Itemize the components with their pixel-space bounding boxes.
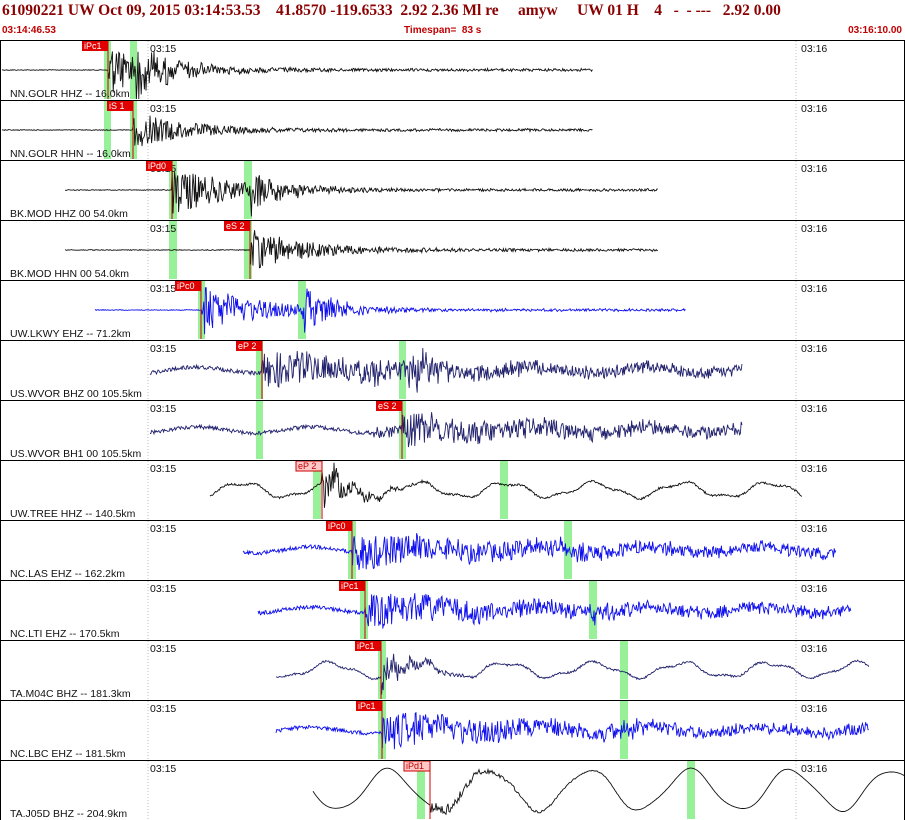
channel-panel[interactable]: 03:15 03:16 iPc1 NC.LBC EHZ -- 181.5km	[0, 700, 905, 761]
station-label: UW.TREE HHZ -- 140.5km	[10, 508, 136, 520]
panel-border	[0, 160, 905, 221]
channel-panel[interactable]: 03:15 03:16 eP 2 UW.TREE HHZ -- 140.5km	[0, 460, 905, 521]
station-label: NC.LBC EHZ -- 181.5km	[10, 748, 126, 760]
pick-label: iPc1	[84, 41, 102, 51]
pick-window-band	[256, 401, 263, 459]
header-bar: 61090221 UW Oct 09, 2015 03:14:53.53 41.…	[0, 0, 905, 40]
channel-panel[interactable]: 03:15 03:16 iPc0 NC.LAS EHZ -- 162.2km	[0, 520, 905, 581]
minute-marker-right: 03:16	[801, 763, 827, 775]
channel-panel[interactable]: 03:15 03:16 iS 1 NN.GOLR HHN -- 16.0km	[0, 100, 905, 161]
seismogram-trace	[64, 230, 659, 269]
minute-marker-right: 03:16	[801, 523, 827, 535]
minute-marker-left: 03:15	[150, 763, 176, 775]
panel-border	[0, 640, 905, 701]
seismogram-trace	[257, 593, 852, 629]
pick-window-band	[500, 461, 508, 519]
channel-panel[interactable]: 03:15 03:16 iPc0 UW.LKWY EHZ -- 71.2km	[0, 280, 905, 341]
station-label: NN.GOLR HHZ -- 16.0km	[10, 88, 130, 100]
minute-marker-left: 03:15	[150, 343, 176, 355]
channel-panel[interactable]: 03:15 03:16 eP 2 US.WVOR BHZ 00 105.5km	[0, 340, 905, 401]
seismogram-trace	[149, 347, 743, 393]
minute-marker-right: 03:16	[801, 163, 827, 175]
pick-label: eP 2	[238, 341, 256, 351]
minute-marker-left: 03:15	[150, 283, 176, 295]
minute-marker-right: 03:16	[801, 703, 827, 715]
minute-marker-left: 03:15	[150, 223, 176, 235]
seismogram-trace	[94, 287, 686, 335]
minute-marker-right: 03:16	[801, 403, 827, 415]
pick-label: iPd1	[406, 761, 424, 771]
station-label: UW.LKWY EHZ -- 71.2km	[10, 328, 131, 340]
channel-panel[interactable]: 03:15 03:16 eS 2 BK.MOD HHN 00 54.0km	[0, 220, 905, 281]
seismogram-trace	[275, 711, 869, 750]
minute-marker-right: 03:16	[801, 643, 827, 655]
pick-label: iPc1	[341, 581, 359, 591]
pick-label: eP 2	[298, 461, 316, 471]
seismogram-trace	[242, 533, 837, 570]
minute-marker-left: 03:15	[150, 463, 176, 475]
minute-marker-left: 03:15	[150, 703, 176, 715]
minute-marker-left: 03:15	[150, 103, 176, 115]
station-label: NN.GOLR HHN -- 16.0km	[10, 148, 131, 160]
seismogram-trace	[275, 653, 870, 695]
panel-border	[0, 460, 905, 521]
minute-marker-left: 03:15	[150, 403, 176, 415]
pick-window-band	[564, 521, 572, 579]
pick-label: eS 2	[226, 221, 245, 231]
pick-window-band	[620, 641, 628, 699]
pick-label: iPd0	[148, 161, 166, 171]
channel-panel[interactable]: 03:1503:16iPd0BK.MOD HHZ 00 54.0km	[0, 160, 905, 221]
minute-marker-right: 03:16	[801, 43, 827, 55]
seismogram-trace	[64, 170, 658, 217]
channel-panel[interactable]: 03:15 03:16 iPd1 TA.J05D BHZ -- 204.9km	[0, 760, 905, 820]
pick-label: iPc0	[328, 521, 346, 531]
minute-marker-right: 03:16	[801, 583, 827, 595]
station-label: BK.MOD HHN 00 54.0km	[10, 268, 129, 280]
channel-panel[interactable]: 03:15 03:16iPc1NN.GOLR HHZ -- 16.0km	[0, 40, 905, 101]
pick-label: iPc1	[357, 641, 375, 651]
seismogram-trace	[149, 412, 743, 448]
station-label: US.WVOR BHZ 00 105.5km	[10, 388, 142, 400]
minute-marker-left: 03:15	[150, 523, 176, 535]
minute-marker-left: 03:15	[150, 583, 176, 595]
station-label: NC.LTI EHZ -- 170.5km	[10, 628, 120, 640]
minute-marker-right: 03:16	[801, 283, 827, 295]
time-start: 03:14:46.53	[2, 25, 56, 36]
station-label: US.WVOR BH1 00 105.5km	[10, 448, 142, 460]
pick-label: iS 1	[109, 101, 125, 111]
minute-marker-right: 03:16	[801, 103, 827, 115]
station-label: TA.J05D BHZ -- 204.9km	[10, 808, 127, 820]
minute-marker-right: 03:16	[801, 223, 827, 235]
channel-panel[interactable]: 03:15 03:16 iPc1 TA.M04C BHZ -- 181.3km	[0, 640, 905, 701]
waveform-plot[interactable]: 03:15 03:16iPc1NN.GOLR HHZ -- 16.0km03:15…	[0, 40, 905, 820]
minute-marker-right: 03:16	[801, 463, 827, 475]
minute-marker-left: 03:15	[150, 643, 176, 655]
station-label: TA.M04C BHZ -- 181.3km	[10, 688, 131, 700]
seismogram-trace	[1, 115, 593, 147]
pick-label: eS 2	[378, 401, 397, 411]
channel-panel[interactable]: 03:15 03:16 iPc1 NC.LTI EHZ -- 170.5km	[0, 580, 905, 641]
timespan-label: Timespan= 83 s	[404, 25, 482, 36]
time-end: 03:16:10.00	[848, 25, 902, 36]
channel-panel[interactable]: 03:15 03:16 eS 2 US.WVOR BH1 00 105.5km	[0, 400, 905, 461]
station-label: NC.LAS EHZ -- 162.2km	[10, 568, 125, 580]
panel-border	[0, 760, 905, 820]
pick-label: iPc1	[358, 701, 376, 711]
event-title: 61090221 UW Oct 09, 2015 03:14:53.53 41.…	[2, 2, 781, 19]
pick-window-band	[687, 761, 695, 819]
station-label: BK.MOD HHZ 00 54.0km	[10, 208, 128, 220]
minute-marker-right: 03:16	[801, 343, 827, 355]
pick-label: iPc0	[177, 281, 195, 291]
